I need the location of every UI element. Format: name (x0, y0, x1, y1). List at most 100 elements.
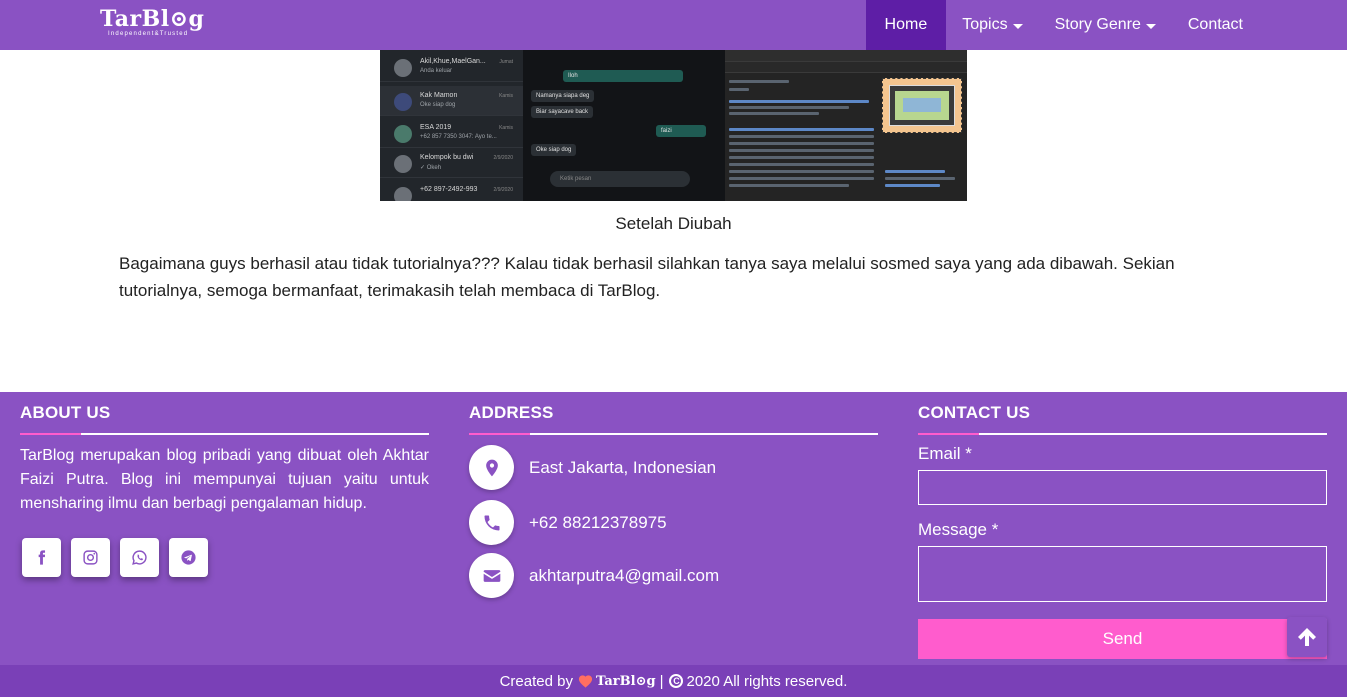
code-line (729, 112, 819, 115)
chat-time: Kamis (499, 93, 513, 99)
created-by-text: Created by (499, 672, 573, 690)
code-line (885, 170, 945, 173)
chat-preview: Anda keluar (420, 68, 453, 74)
message-bubble: Iloh (563, 70, 683, 82)
address-phone: +62 88212378975 (469, 500, 869, 546)
copyright-bar: Created by TarBl⊙g | C 2020 All rights r… (0, 665, 1347, 697)
chat-name: Kelompok bu dwi (420, 154, 474, 161)
chat-list-panel: Akil,Khue,MaelGan... Anda keluar Jumat K… (380, 50, 523, 201)
address-section: ADDRESS East Jakarta, Indonesian +62 882… (469, 392, 878, 598)
code-line (729, 149, 874, 152)
chat-list-item: ESA 2019 +62 857 7350 3047: Ayo te... Ka… (380, 118, 523, 148)
code-line (729, 170, 874, 173)
telegram-icon (181, 550, 196, 565)
chat-name: Kak Mamon (420, 92, 458, 99)
chat-list-item: Akil,Khue,MaelGan... Anda keluar Jumat (380, 52, 523, 82)
section-divider (20, 433, 429, 435)
footer-logo[interactable]: TarBl⊙g (596, 674, 656, 689)
nav-home[interactable]: Home (865, 0, 947, 50)
envelope-icon (469, 553, 514, 598)
message-bubble: Namanya siapa deg (531, 90, 595, 102)
separator: | (659, 672, 664, 690)
instagram-icon (83, 550, 98, 565)
chat-name: Akil,Khue,MaelGan... (420, 58, 486, 65)
nav-story-genre-label: Story Genre (1054, 16, 1141, 33)
nav-story-genre[interactable]: Story Genre (1039, 0, 1172, 50)
rights-text: 2020 All rights reserved. (686, 672, 848, 690)
code-line (729, 106, 849, 109)
code-line (729, 184, 849, 187)
chat-name: +62 897-2492-993 (420, 186, 478, 193)
copyright-icon: C (669, 674, 684, 688)
chat-preview: Oke siap dog (420, 102, 456, 108)
message-input: Ketik pesan (550, 171, 690, 187)
telegram-button[interactable] (169, 538, 208, 577)
message-bubble: Biar sayacave back (531, 106, 594, 118)
code-line (729, 80, 789, 83)
nav-topics[interactable]: Topics (946, 0, 1038, 50)
chat-name: ESA 2019 (420, 124, 452, 131)
facebook-icon (38, 550, 46, 565)
nav-topics-label: Topics (962, 16, 1008, 33)
caret-down-icon (1145, 23, 1156, 29)
send-button[interactable]: Send (918, 619, 1327, 659)
chat-time: 2/9/2020 (493, 155, 513, 161)
phone-icon (469, 500, 514, 545)
instagram-button[interactable] (71, 538, 110, 577)
section-divider (918, 433, 1327, 435)
code-line (885, 184, 940, 187)
caret-down-icon (1012, 23, 1023, 29)
email-text[interactable]: akhtarputra4@gmail.com (529, 566, 719, 586)
code-line (729, 156, 874, 159)
code-line (729, 142, 874, 145)
logo-text: TarBl⊙g (100, 6, 205, 32)
article-paragraph: Bagaimana guys berhasil atau tidak tutor… (119, 254, 1175, 300)
nav-contact[interactable]: Contact (1172, 0, 1259, 50)
message-bubble: Oke siap dog (531, 144, 577, 156)
phone-text[interactable]: +62 88212378975 (529, 513, 667, 533)
address-location: East Jakarta, Indonesian (469, 445, 869, 491)
contact-title: CONTACT US (918, 403, 1031, 422)
avatar (394, 187, 412, 201)
about-text: TarBlog merupakan blog pribadi yang dibu… (20, 447, 429, 512)
article-screenshot-image: Akil,Khue,MaelGan... Anda keluar Jumat K… (380, 50, 967, 201)
chat-list-item: +62 897-2492-993 2/9/2020 (380, 180, 523, 201)
email-field[interactable] (918, 470, 1327, 505)
code-line (729, 163, 874, 166)
facebook-button[interactable] (22, 538, 61, 577)
scroll-to-top-button[interactable] (1287, 617, 1327, 657)
arrow-up-icon (1298, 628, 1316, 646)
avatar (394, 59, 412, 77)
message-label: Message * (918, 520, 999, 539)
nav-contact-label: Contact (1187, 16, 1243, 33)
social-links (22, 538, 429, 577)
about-title: ABOUT US (20, 403, 111, 422)
email-label: Email * (918, 444, 972, 463)
navbar: TarBl⊙g Independent&Trusted Home Topics … (0, 0, 1347, 50)
main-nav: Home Topics Story Genre Contact (865, 0, 1259, 50)
site-logo[interactable]: TarBl⊙g Independent&Trusted (100, 7, 204, 37)
code-line (885, 177, 955, 180)
chat-preview: +62 857 7350 3047: Ayo te... (420, 134, 497, 140)
message-bubble: faizi (656, 125, 706, 137)
code-line (729, 177, 874, 180)
whatsapp-button[interactable] (120, 538, 159, 577)
code-line (729, 88, 749, 91)
chat-time: Kamis (499, 125, 513, 131)
image-caption: Setelah Diubah (615, 214, 732, 233)
avatar (394, 155, 412, 173)
avatar (394, 93, 412, 111)
chat-time: 2/9/2020 (493, 187, 513, 193)
footer: ABOUT US TarBlog merupakan blog pribadi … (0, 392, 1347, 665)
location-pin-icon (469, 445, 514, 490)
code-line (729, 128, 874, 131)
address-email: akhtarputra4@gmail.com (469, 553, 869, 599)
devtools-subtabs (725, 62, 967, 73)
contact-section: CONTACT US Email * Message * Send (918, 392, 1327, 659)
code-line (729, 100, 869, 103)
whatsapp-icon (132, 550, 147, 565)
message-field[interactable] (918, 546, 1327, 602)
avatar (394, 125, 412, 143)
chat-preview: ✓ Okeh (420, 165, 442, 171)
chat-time: Jumat (499, 59, 513, 65)
